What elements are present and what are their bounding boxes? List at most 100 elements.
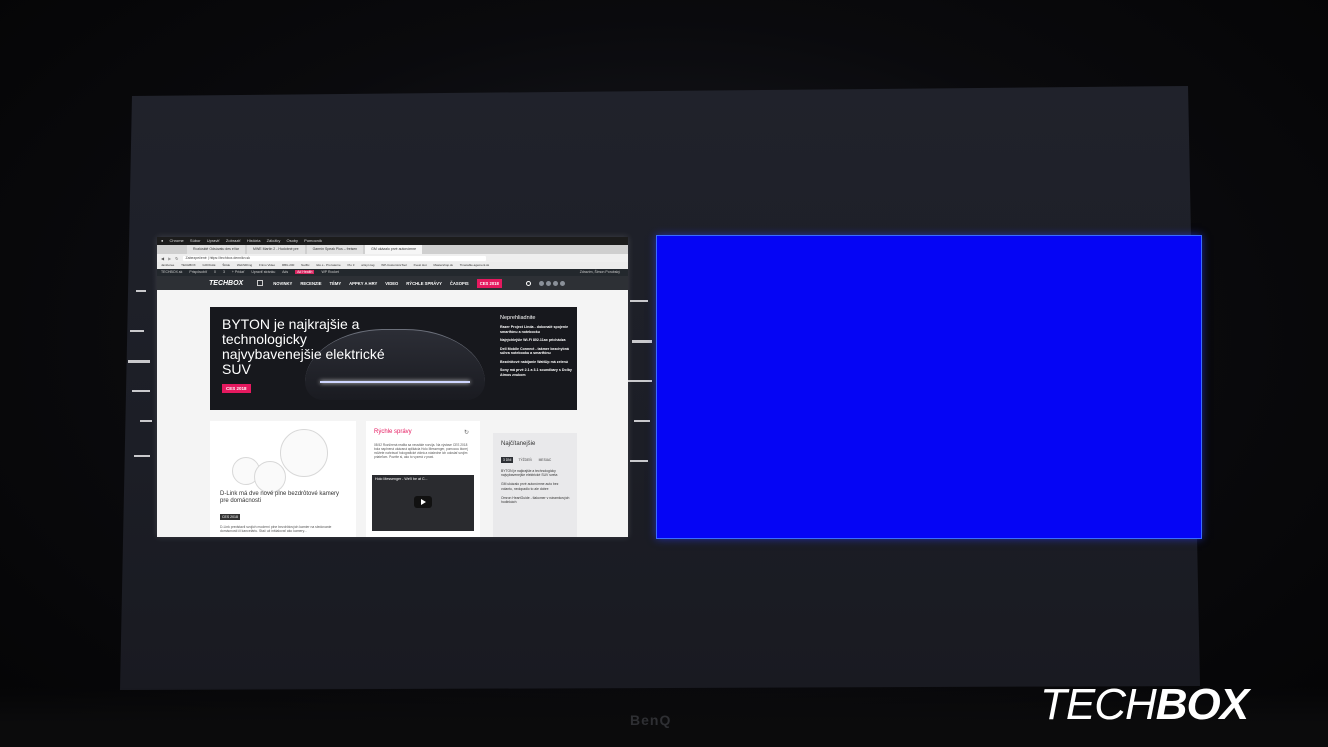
menu-edit[interactable]: Upraviť (207, 238, 220, 243)
bookmark[interactable]: RBG 200 (282, 263, 294, 267)
tab-month[interactable]: MESIAC (537, 457, 554, 463)
nav-item[interactable]: NOVINKY (273, 281, 292, 286)
nav-item[interactable]: RECENZIE (300, 281, 321, 286)
dont-miss-item[interactable]: Bezdrôtové nabíjanie WattUp má zelenú (500, 360, 572, 365)
tab-3-days[interactable]: 3 DNI (501, 457, 514, 463)
site-logo[interactable]: TECHBOX (209, 280, 243, 287)
nav-item-ces[interactable]: CES 2018 (476, 278, 502, 288)
browser-tab-active[interactable]: GM ukázalo prvé autonómne (365, 245, 423, 254)
nav-item[interactable]: RÝCHLE SPRÁVY (406, 281, 442, 286)
hero-badge[interactable]: CES 2018 (222, 384, 251, 393)
nav-item[interactable]: ČASOPIS (450, 281, 469, 286)
quick-news-text: 08:52 Rozšírená realita sa neustále rozv… (374, 443, 468, 459)
twitter-icon[interactable] (545, 280, 551, 286)
wp-greeting[interactable]: Zdravím, Šimon Porubský (580, 269, 620, 276)
video-title[interactable]: Holo Messenger - We'll be at C... (375, 477, 428, 481)
browser-tab[interactable]: Garmin Speak Plus – freisen (306, 245, 364, 254)
nav-item[interactable]: APPKY A HRY (349, 281, 377, 286)
video-embed[interactable]: Holo Messenger - We'll be at C... (372, 475, 474, 531)
apple-icon[interactable]: ● (161, 238, 163, 243)
dont-miss-panel: Neprehliadnite Razer Project Linda - dok… (500, 315, 572, 381)
wp-item[interactable]: 0 (214, 270, 216, 274)
most-read-list: BYTON je najkrajšie a technologicky najv… (501, 469, 571, 509)
menu-chrome[interactable]: Chrome (170, 238, 184, 243)
back-icon[interactable]: ◀ (161, 256, 164, 261)
wp-item[interactable]: Upraviť stránku (251, 270, 275, 274)
article-badge[interactable]: CES 2018 (220, 514, 240, 520)
dont-miss-item[interactable]: Dell Mobile Connect - takmer bezchybná s… (500, 347, 572, 356)
menu-view[interactable]: Zobraziť (226, 238, 241, 243)
refresh-icon[interactable]: ↻ (464, 429, 469, 436)
list-item[interactable]: Omron HeartGuide - tlakomer v náramkovýc… (501, 496, 571, 504)
menu-file[interactable]: Súbor (190, 238, 201, 243)
address-bar: ◀ ▶ ↻ Zabezpečené | https://techbox.denn… (157, 254, 628, 262)
wp-item[interactable]: WP Rocket (321, 270, 338, 274)
list-item[interactable]: GM ukázalo prvé autonómne auto bez volan… (501, 482, 571, 490)
bookmark[interactable]: Jamboree (161, 263, 174, 267)
quick-news-title[interactable]: Rýchle správy (374, 429, 412, 435)
most-read-title: Najčítanejšie (501, 441, 536, 447)
most-read-card: Najčítanejšie 3 DNI TÝŽDEŇ MESIAC BYTON … (493, 433, 577, 537)
play-icon[interactable] (414, 496, 432, 508)
watermark-light: TECH (1040, 680, 1157, 729)
search-icon[interactable] (525, 280, 531, 286)
instagram-icon[interactable] (559, 280, 565, 286)
forward-icon[interactable]: ▶ (168, 256, 171, 261)
wp-item[interactable]: + Pridať (232, 270, 245, 274)
url-field[interactable]: Zabezpečené | https://techbox.dennikn.sk (182, 255, 486, 261)
dont-miss-item[interactable]: Najrýchlejšie Wi-Fi 802.11ax prichádza (500, 338, 572, 343)
wp-item[interactable]: Ads (282, 270, 288, 274)
bookmark[interactable]: Frimo Video (259, 263, 275, 267)
bookmark[interactable]: Timetable.agement.sk (460, 263, 489, 267)
wp-item[interactable]: Prispôsobiť (189, 270, 207, 274)
nav-item[interactable]: VIDEO (385, 281, 398, 286)
hero-article[interactable]: BYTON je najkrajšie a technologicky najv… (210, 307, 577, 410)
menu-people[interactable]: Osoby (286, 238, 298, 243)
hero-title[interactable]: BYTON je najkrajšie a technologicky najv… (222, 317, 392, 377)
bookmark[interactable]: Pio 3 (348, 263, 355, 267)
wp-item-highlight[interactable]: Ad Health (295, 270, 315, 274)
blue-test-window (656, 235, 1202, 539)
benq-logo: BenQ (630, 712, 672, 728)
facebook-icon[interactable] (538, 280, 544, 286)
googleplus-icon[interactable] (552, 280, 558, 286)
bookmark[interactable]: artsyn tag (361, 263, 374, 267)
wp-item[interactable]: 3 (223, 270, 225, 274)
site-nav: TECHBOX NOVINKY RECENZIE TÉMY APPKY A HR… (157, 276, 628, 290)
camera-image (280, 429, 328, 477)
bookmark[interactable]: Kvest Hot (414, 263, 427, 267)
nav-item[interactable]: TÉMY (330, 281, 342, 286)
dont-miss-item[interactable]: Sony má prvé 2.1 a 3.1 soundbary s Dolby… (500, 368, 572, 377)
browser-tab[interactable]: Rozlúsktě Odsúvatu des eVar (187, 245, 246, 254)
list-item[interactable]: BYTON je najkrajšie a technologicky najv… (501, 469, 571, 477)
tab-week[interactable]: TÝŽDEŇ (516, 457, 533, 463)
car-headlight (320, 381, 470, 383)
menu-help[interactable]: Pomocník (304, 238, 322, 243)
article-card[interactable]: D-Link má dve nové plne bezdrôtové kamer… (210, 421, 356, 537)
wp-admin-bar: TECHBOX.sk Prispôsobiť 0 3 + Pridať Upra… (157, 269, 628, 276)
browser-tab[interactable]: MWE Martin 2 - Hudobné pre (247, 245, 305, 254)
bookmark[interactable]: lido.s - Pro laterne (316, 263, 340, 267)
article-excerpt: D-Link predstavil svojich moderní plne b… (220, 525, 332, 533)
wp-item[interactable]: TECHBOX.sk (161, 270, 182, 274)
article-card-text: D-Link má dve nové plne bezdrôtové kamer… (220, 491, 348, 533)
article-title[interactable]: D-Link má dve nové plne bezdrôtové kamer… (220, 491, 348, 505)
bookmark[interactable]: GOOGLE (202, 263, 215, 267)
techbox-watermark: TECHBOX (1040, 680, 1249, 730)
reload-icon[interactable]: ↻ (175, 256, 178, 261)
most-read-tabs: 3 DNI TÝŽDEŇ MESIAC (501, 457, 553, 463)
bookmark[interactable]: WP-CustomizeTool (381, 263, 407, 267)
bookmark[interactable]: Netflix (301, 263, 309, 267)
menu-history[interactable]: História (247, 238, 261, 243)
mac-menubar: ● Chrome Súbor Upraviť Zobraziť História… (157, 237, 628, 245)
bookmark[interactable]: TECHBOX (181, 263, 196, 267)
bookmarks-bar: Jamboree TECHBOX GOOGLE Štítok WebSDImg … (157, 262, 628, 269)
dont-miss-heading: Neprehliadnite (500, 315, 536, 321)
bookmark[interactable]: WebSDImg (237, 263, 252, 267)
camera-image (254, 461, 286, 493)
bookmark[interactable]: Štítok (222, 263, 230, 267)
bookmark[interactable]: Mastershop.sk (433, 263, 453, 267)
dont-miss-item[interactable]: Razer Project Linda - dokonalé spojenie … (500, 325, 572, 334)
grid-menu-icon[interactable] (257, 280, 264, 286)
menu-bookmarks[interactable]: Záložky (267, 238, 281, 243)
